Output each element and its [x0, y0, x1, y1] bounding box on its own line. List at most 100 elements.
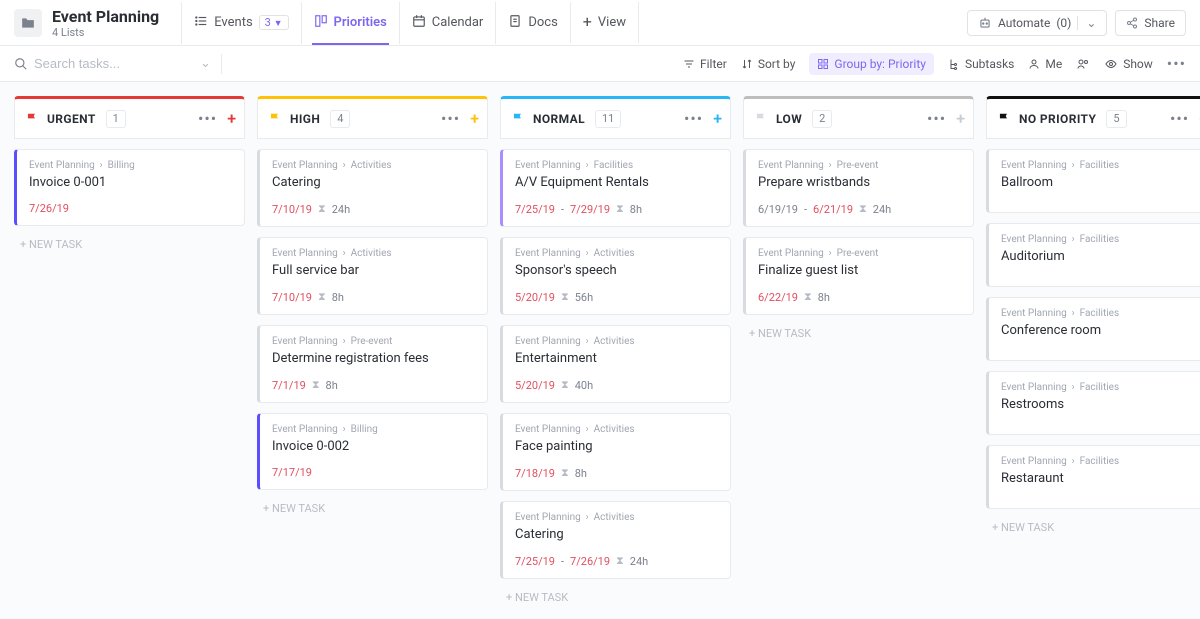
card-title: Full service bar — [272, 263, 475, 278]
me-button[interactable]: Me — [1028, 57, 1062, 71]
column-urgent: URGENT1•••+Event Planning › BillingInvoi… — [14, 96, 245, 605]
column-high: HIGH4•••+Event Planning › ActivitiesCate… — [257, 96, 488, 605]
task-card[interactable]: Event Planning › Pre-eventPrepare wristb… — [743, 149, 974, 227]
group-button[interactable]: Group by: Priority — [809, 53, 934, 75]
column-more[interactable]: ••• — [927, 109, 946, 128]
share-icon — [1126, 17, 1138, 29]
sort-button[interactable]: Sort by — [741, 57, 796, 71]
task-card[interactable]: Event Planning › ActivitiesEntertainment… — [500, 325, 731, 403]
card-title: Face painting — [515, 439, 718, 454]
card-breadcrumb: Event Planning › Facilities — [1001, 234, 1200, 245]
task-card[interactable]: Event Planning › ActivitiesFace painting… — [500, 413, 731, 491]
column-no-priority: NO PRIORITY5•••+Event Planning › Facilit… — [986, 96, 1200, 605]
column-more[interactable]: ••• — [198, 109, 217, 128]
hourglass-icon: ⧗ — [312, 378, 320, 392]
new-task-button[interactable]: + NEW TASK — [743, 315, 974, 352]
column-header: NO PRIORITY5•••+ — [986, 96, 1200, 139]
task-card[interactable]: Event Planning › Facilities A/V Equipment… — [500, 149, 731, 227]
card-breadcrumb: Event Planning › Activities — [515, 248, 718, 259]
task-card[interactable]: Event Planning › FacilitiesRestrooms — [986, 371, 1200, 435]
card-meta: 7/26/19 — [29, 202, 232, 215]
card-title: A/V Equipment Rentals — [515, 175, 718, 190]
date-end: 6/21/19 — [813, 203, 853, 216]
column-count: 5 — [1106, 110, 1126, 128]
date-start: 7/25/19 — [515, 555, 555, 568]
hourglass-icon: ⧗ — [318, 290, 326, 304]
estimate: 8h — [818, 291, 830, 304]
group-icon — [817, 58, 829, 70]
hourglass-icon: ⧗ — [859, 202, 867, 216]
share-label: Share — [1144, 16, 1175, 30]
new-task-button[interactable]: + NEW TASK — [500, 579, 731, 616]
task-card[interactable]: Event Planning › BillingInvoice 0-0017/2… — [14, 149, 245, 226]
card-title: Catering — [515, 527, 718, 542]
column-add[interactable]: + — [713, 109, 722, 128]
flag-icon — [268, 112, 282, 126]
task-card[interactable]: Event Planning › FacilitiesRestaraunt — [986, 445, 1200, 509]
card-title: Conference room — [1001, 323, 1200, 338]
date-start: 7/26/19 — [29, 202, 69, 215]
card-title: Determine registration fees — [272, 351, 475, 366]
subtasks-button[interactable]: Subtasks — [948, 57, 1014, 71]
column-more[interactable]: ••• — [1170, 109, 1189, 128]
search-icon — [14, 57, 28, 71]
card-meta: 5/20/19⧗40h — [515, 378, 718, 392]
task-card[interactable]: Event Planning › BillingInvoice 0-0027/1… — [257, 413, 488, 490]
card-breadcrumb: Event Planning › Activities — [515, 336, 718, 347]
task-card[interactable]: Event Planning › ActivitiesSponsor's spe… — [500, 237, 731, 315]
task-card[interactable]: Event Planning › Pre-eventFinalize guest… — [743, 237, 974, 315]
people-icon — [1076, 58, 1090, 70]
view-events[interactable]: Events3 ▼ — [181, 2, 300, 44]
card-title: Invoice 0-001 — [29, 175, 232, 190]
view-priorities[interactable]: Priorities — [301, 2, 399, 44]
task-card[interactable]: Event Planning › Facilities Auditorium — [986, 223, 1200, 287]
new-task-button[interactable]: + NEW TASK — [14, 226, 245, 263]
estimate: 40h — [575, 379, 593, 392]
automate-count: (0) — [1056, 16, 1071, 30]
task-card[interactable]: Event Planning › FacilitiesBallroom — [986, 149, 1200, 213]
flag-icon — [754, 112, 768, 126]
view-calendar[interactable]: Calendar — [399, 2, 496, 44]
task-card[interactable]: Event Planning › ActivitiesCatering7/10/… — [257, 149, 488, 227]
estimate: 8h — [332, 291, 344, 304]
card-title: Ballroom — [1001, 175, 1200, 190]
card-breadcrumb: Event Planning › Facilities — [515, 160, 718, 171]
view-view[interactable]: +View — [570, 2, 639, 43]
column-add[interactable]: + — [956, 109, 965, 128]
column-more[interactable]: ••• — [684, 109, 703, 128]
task-card[interactable]: Event Planning › ActivitiesCatering7/25/… — [500, 501, 731, 579]
doc-icon — [508, 14, 522, 32]
column-count: 4 — [330, 110, 350, 128]
column-add[interactable]: + — [470, 109, 479, 128]
chevron-down-icon[interactable]: ⌄ — [200, 56, 211, 71]
search-input[interactable] — [34, 56, 154, 71]
column-more[interactable]: ••• — [441, 109, 460, 128]
hourglass-icon: ⧗ — [616, 202, 624, 216]
card-meta: 7/1/19⧗8h — [272, 378, 475, 392]
card-title: Restaraunt — [1001, 471, 1200, 486]
person-icon — [1028, 58, 1040, 70]
filter-button[interactable]: Filter — [683, 57, 727, 71]
column-title: URGENT — [47, 112, 96, 126]
card-breadcrumb: Event Planning › Activities — [272, 248, 475, 259]
assignees-button[interactable] — [1076, 58, 1090, 70]
column-low: LOW2•••+Event Planning › Pre-eventPrepar… — [743, 96, 974, 605]
automate-button[interactable]: Automate (0) ⌄ — [967, 10, 1107, 36]
view-tabs: Events3 ▼PrioritiesCalendarDocs+View — [181, 2, 639, 44]
column-add[interactable]: + — [227, 109, 236, 128]
new-task-button[interactable]: + NEW TASK — [257, 490, 488, 527]
new-task-button[interactable]: + NEW TASK — [986, 509, 1200, 546]
show-button[interactable]: Show — [1104, 57, 1153, 71]
task-card[interactable]: Event Planning › FacilitiesConference ro… — [986, 297, 1200, 361]
share-button[interactable]: Share — [1115, 10, 1186, 36]
card-meta: 7/17/19 — [272, 466, 475, 479]
card-breadcrumb: Event Planning › Pre-event — [758, 160, 961, 171]
more-button[interactable]: ••• — [1167, 54, 1186, 73]
divider — [221, 54, 222, 74]
card-title: Auditorium — [1001, 249, 1200, 264]
view-docs[interactable]: Docs — [495, 2, 569, 44]
column-count: 11 — [595, 110, 621, 128]
estimate: 8h — [326, 379, 338, 392]
task-card[interactable]: Event Planning › Pre-eventDetermine regi… — [257, 325, 488, 403]
task-card[interactable]: Event Planning › Activities Full service … — [257, 237, 488, 315]
